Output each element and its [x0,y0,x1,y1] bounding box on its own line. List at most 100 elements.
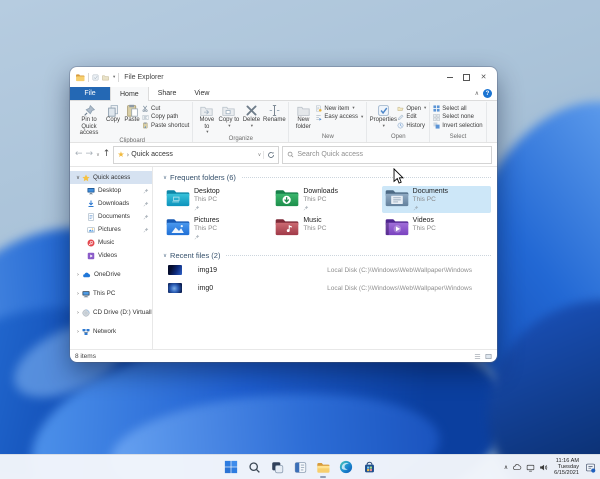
status-bar: 8 items [70,349,497,362]
sidebar-item-videos[interactable]: Videos [70,249,152,262]
close-button[interactable]: ✕ [475,70,492,84]
taskbar-widgets-icon[interactable] [292,459,308,475]
ribbon-button-edit[interactable]: Edit [397,114,426,121]
sidebar-item-onedrive[interactable]: › OneDrive [70,268,152,281]
chevron-right-icon[interactable]: › [74,329,82,335]
ribbon-button-delete[interactable]: Delete ▾ [240,102,262,129]
tab-share[interactable]: Share [149,87,186,100]
recent-file-img0[interactable]: img0 Local Disk (C:)\Windows\Web\Wallpape… [163,279,491,297]
ribbon-button-paste[interactable]: Paste [123,102,141,124]
tray-overflow-chevron-icon[interactable]: ∧ [504,464,508,471]
new-folder-qat-icon[interactable] [102,74,109,81]
minimize-button[interactable] [441,70,458,84]
thumbnails-view-icon[interactable] [485,353,492,360]
refresh-icon[interactable] [263,150,275,159]
cd-drive-d-virtuall-icon [82,309,90,317]
address-bar[interactable]: ★ › Quick access ∨ [113,145,280,164]
sidebar-item-cd-drive-d-virtuall[interactable]: › CD Drive (D:) Virtuall [70,306,152,319]
onedrive-icon [82,271,91,279]
collapse-chevron-icon[interactable]: ∨ [163,253,167,259]
taskbar-edge-icon[interactable] [338,459,354,475]
forward-button[interactable]: → [86,150,94,159]
address-dropdown-icon[interactable]: ∨ [258,152,262,158]
recent-file-img19[interactable]: img19 Local Disk (C:)\Windows\Web\Wallpap… [163,261,491,279]
ribbon-button-copy-path[interactable]: Copy path [142,114,189,121]
clock[interactable]: 11:16 AM Tuesday 6/15/2021 [554,458,579,477]
tab-view[interactable]: View [185,87,218,100]
search-box[interactable]: Search Quick access [282,145,492,164]
ribbon-button-cut[interactable]: Cut [142,105,189,112]
divider [241,177,491,178]
details-view-icon[interactable] [474,353,481,360]
ribbon-button-new-folder[interactable]: New folder [292,102,314,130]
mouse-cursor [393,168,404,184]
chevron-down-icon[interactable]: ∨ [74,175,82,181]
folder-tile-videos[interactable]: Videos This PC [382,215,491,242]
titlebar[interactable]: ▾ File Explorer ✕ [70,67,497,87]
sidebar-item-quick-access[interactable]: ∨ Quick access [70,171,152,184]
ribbon-button-history[interactable]: History [397,122,426,129]
ribbon-button-rename[interactable]: Rename [263,102,286,124]
folder-tile-desktop[interactable]: Desktop This PC [163,186,272,213]
search-icon [287,151,294,158]
ribbon-button-copy-to[interactable]: Copy to ▾ [218,102,239,129]
divider [88,72,89,82]
folder-tile-music[interactable]: Music This PC [272,215,381,242]
select-all-icon [433,105,440,112]
sidebar-item-desktop[interactable]: Desktop [70,184,152,197]
sidebar-item-pictures[interactable]: Pictures [70,223,152,236]
folder-tile-downloads[interactable]: Downloads This PC [272,186,381,213]
section-header-recent-files[interactable]: ∨ Recent files (2) [163,250,491,261]
taskbar-task-view-icon[interactable] [269,459,285,475]
back-button[interactable]: ← [75,150,83,159]
properties-qat-icon[interactable] [92,74,99,81]
ribbon-button-select-none[interactable]: Select none [433,113,482,121]
breadcrumb[interactable]: Quick access [131,151,173,158]
file-menu-button[interactable]: File [70,87,110,100]
ribbon-button-pin-to-quick-access[interactable]: Pin to Quick access [75,102,103,137]
section-header-frequent-folders[interactable]: ∨ Frequent folders (6) [163,172,491,183]
minimize-ribbon-icon[interactable]: ∧ [475,90,479,97]
ribbon-button-invert-selection[interactable]: Invert selection [433,122,483,129]
notification-center-icon[interactable] [585,462,596,473]
chevron-right-icon[interactable]: › [74,310,82,316]
quick-access-toolbar: ▾ [75,72,120,82]
sidebar-item-this-pc[interactable]: › This PC [70,287,152,300]
quick-access-icon [82,174,90,182]
ribbon-button-paste-shortcut[interactable]: Paste shortcut [142,122,189,129]
folder-tile-documents[interactable]: Documents This PC [381,186,491,213]
pin-icon [413,205,419,211]
easy-access-icon [315,114,322,121]
sidebar-item-network[interactable]: › Network [70,325,152,338]
chevron-right-icon[interactable]: › [74,291,82,297]
help-button[interactable]: ? [483,89,492,98]
folder-tile-pictures[interactable]: Pictures This PC [163,215,272,242]
volume-tray-icon[interactable] [539,463,548,472]
chevron-right-icon[interactable]: › [74,272,82,278]
clock-date: 6/15/2021 [554,470,579,477]
recent-locations-chevron-icon[interactable]: ∨ [96,152,100,158]
ribbon: Pin to Quick access Copy Paste Cut Copy path… [70,101,497,144]
ribbon-button-open[interactable]: Open ▾ [397,105,426,112]
ribbon-button-new-item[interactable]: New item ▾ [315,105,363,112]
taskbar-search-icon[interactable] [246,459,262,475]
sidebar-item-downloads[interactable]: Downloads [70,197,152,210]
ribbon-button-copy[interactable]: Copy [104,102,122,124]
sidebar-item-music[interactable]: Music [70,236,152,249]
network-tray-icon[interactable] [526,463,535,472]
qat-customize-chevron-icon[interactable]: ▾ [113,75,115,80]
taskbar-file-explorer-icon[interactable] [315,459,331,478]
tab-home[interactable]: Home [110,87,149,101]
up-button[interactable]: ↑ [103,150,111,159]
sidebar-item-documents[interactable]: Documents [70,210,152,223]
collapse-chevron-icon[interactable]: ∨ [163,175,167,181]
ribbon-button-move-to[interactable]: Move to ▾ [196,102,217,135]
pin-icon [194,234,200,240]
maximize-button[interactable] [458,70,475,84]
taskbar-start-icon[interactable] [223,459,239,475]
ribbon-button-easy-access[interactable]: Easy access ▾ [315,114,363,121]
onedrive-tray-icon[interactable] [512,463,522,472]
ribbon-button-select-all[interactable]: Select all [433,105,482,112]
taskbar-store-icon[interactable] [361,459,377,475]
ribbon-button-properties[interactable]: Properties ▾ [370,102,397,129]
